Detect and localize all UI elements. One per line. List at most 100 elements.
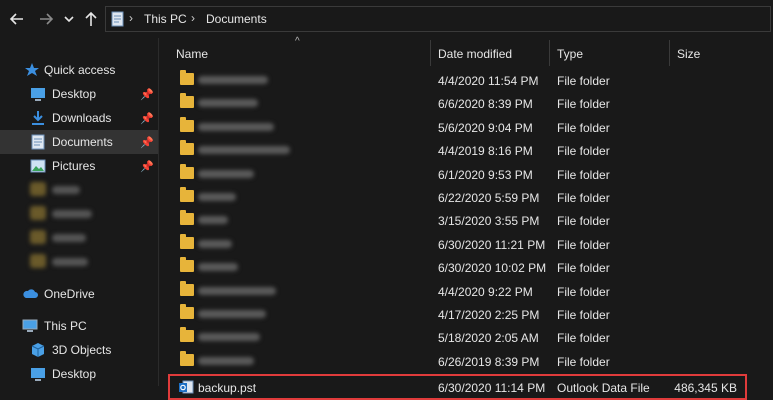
file-date: 4/4/2020 11:54 PM: [438, 74, 539, 88]
file-type: File folder: [557, 214, 610, 229]
nav-this-pc[interactable]: This PC: [0, 314, 158, 338]
file-type: File folder: [557, 284, 610, 299]
folder-icon: [180, 93, 194, 109]
file-row[interactable]: 5/6/2020 9:04 PM File folder: [160, 115, 750, 139]
file-row[interactable]: 4/4/2020 9:22 PM File folder: [160, 279, 750, 303]
nav-label: Quick access: [44, 63, 116, 77]
blurred-file-name: [198, 169, 254, 178]
nav-downloads[interactable]: Downloads 📌: [0, 106, 158, 130]
file-date: 6/6/2020 8:39 PM: [438, 97, 533, 112]
file-type: File folder: [557, 167, 610, 182]
folder-icon: [180, 140, 194, 156]
file-date: 6/1/2020 9:53 PM: [438, 167, 533, 182]
column-divider[interactable]: [430, 40, 431, 66]
breadcrumb-separator: ›: [129, 11, 133, 25]
file-row[interactable]: 6/30/2020 10:02 PM File folder: [160, 255, 750, 279]
recent-locations-button[interactable]: [63, 10, 75, 28]
folder-icon: [180, 70, 194, 85]
arrow-right-icon: [40, 13, 54, 25]
file-date: 6/26/2019 8:39 PM: [438, 354, 540, 369]
file-type: File folder: [557, 97, 610, 112]
nav-quick-access[interactable]: Quick access: [0, 58, 158, 82]
file-row[interactable]: 4/17/2020 2:25 PM File folder: [160, 302, 750, 326]
blurred-folder-icon: [30, 206, 46, 220]
folder-icon: [180, 187, 194, 202]
nav-desktop[interactable]: Desktop 📌: [0, 82, 158, 106]
nav-documents[interactable]: Documents 📌: [0, 130, 158, 154]
nav-3d-objects[interactable]: 3D Objects: [0, 338, 158, 362]
nav-label: Downloads: [52, 111, 112, 125]
file-row[interactable]: 6/30/2020 11:21 PM File folder: [160, 232, 750, 256]
column-header-name[interactable]: Name: [176, 47, 208, 61]
file-row[interactable]: 6/22/2020 5:59 PM File folder: [160, 185, 750, 209]
back-button[interactable]: [8, 10, 26, 28]
nav-label: 3D Objects: [52, 343, 112, 357]
pictures-icon: [30, 159, 46, 173]
column-header-date[interactable]: Date modified: [438, 47, 512, 61]
blurred-file-name: [198, 333, 260, 342]
folder-icon: [180, 210, 194, 226]
navigation-pane: Quick access Desktop 📌 Downloads 📌 Docum…: [0, 38, 158, 386]
file-row[interactable]: 6/1/2020 9:53 PM File folder: [160, 162, 750, 186]
column-divider[interactable]: [549, 40, 550, 66]
file-name: backup.pst: [198, 381, 257, 396]
nav-label: Documents: [52, 135, 113, 149]
blurred-folder-icon: [30, 182, 46, 196]
folder-icon: [180, 163, 194, 179]
file-row[interactable]: 4/4/2019 8:16 PM File folder: [160, 138, 750, 162]
pin-icon[interactable]: 📌: [140, 88, 154, 101]
address-bar[interactable]: › This PC › Documents: [105, 6, 771, 32]
folder-icon: [180, 327, 194, 343]
forward-button[interactable]: [37, 10, 55, 28]
pin-icon[interactable]: 📌: [140, 160, 154, 173]
breadcrumb-documents[interactable]: Documents: [206, 12, 267, 26]
star-icon: [25, 63, 39, 76]
blurred-file-name: [198, 216, 228, 225]
blurred-folder-icon: [30, 230, 46, 244]
blurred-file-name: [198, 193, 236, 201]
blurred-file-name: [198, 122, 274, 131]
file-date: 4/17/2020 2:25 PM: [438, 308, 540, 322]
file-type: File folder: [557, 74, 610, 88]
desktop-icon: [31, 368, 45, 381]
address-toolbar: › This PC › Documents: [0, 0, 773, 38]
column-header-size[interactable]: Size: [677, 47, 700, 61]
breadcrumb-separator: ›: [191, 11, 195, 25]
nav-label: Pictures: [52, 159, 96, 173]
nav-pictures[interactable]: Pictures 📌: [0, 154, 158, 178]
column-divider[interactable]: [669, 40, 670, 66]
file-type: File folder: [557, 354, 610, 369]
pane-divider[interactable]: [158, 38, 159, 386]
file-row[interactable]: 4/4/2020 11:54 PM File folder: [160, 68, 750, 92]
cube-icon: [31, 343, 45, 357]
file-row[interactable]: 6/6/2020 8:39 PM File folder: [160, 91, 750, 115]
column-header-type[interactable]: Type: [557, 47, 583, 61]
file-date: 4/4/2020 9:22 PM: [438, 284, 533, 299]
document-folder-icon: [111, 11, 124, 27]
file-type: File folder: [557, 237, 610, 252]
pin-icon[interactable]: 📌: [140, 112, 154, 125]
file-row[interactable]: 3/15/2020 3:55 PM File folder: [160, 208, 750, 232]
folder-icon: [180, 233, 194, 249]
folder-icon: [180, 304, 194, 319]
file-size: 486,345 KB: [674, 381, 737, 396]
pin-icon[interactable]: 📌: [140, 136, 154, 149]
blurred-file-name: [198, 146, 290, 155]
breadcrumb-this-pc[interactable]: This PC: [144, 12, 187, 26]
chevron-down-icon: [64, 16, 74, 23]
nav-label: OneDrive: [44, 287, 95, 301]
up-button[interactable]: [82, 10, 100, 28]
file-type: File folder: [557, 308, 610, 322]
file-row[interactable]: 6/26/2019 8:39 PM File folder: [160, 349, 750, 373]
pst-file-row[interactable]: backup.pst 6/30/2020 11:14 PM Outlook Data…: [168, 374, 747, 400]
blurred-file-name: [198, 356, 254, 365]
file-type: File folder: [557, 120, 610, 135]
blurred-file-name: [198, 310, 266, 318]
folder-icon: [180, 280, 194, 296]
file-row[interactable]: 5/18/2020 2:05 AM File folder: [160, 325, 750, 349]
nav-onedrive[interactable]: OneDrive: [0, 282, 158, 306]
nav-pc-desktop[interactable]: Desktop: [0, 362, 158, 386]
download-icon: [32, 111, 44, 125]
sort-ascending-icon: ^: [295, 36, 300, 47]
file-date: 4/4/2019 8:16 PM: [438, 144, 533, 159]
